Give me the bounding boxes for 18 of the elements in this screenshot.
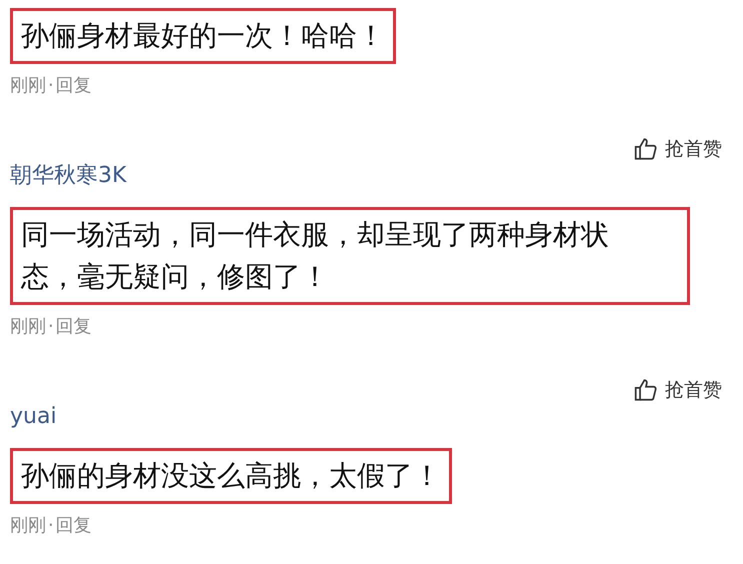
timestamp: 刚刚 — [10, 74, 46, 98]
reply-link[interactable]: 回复 — [56, 72, 92, 99]
thumbs-up-icon — [633, 377, 659, 404]
thumbs-up-icon — [633, 136, 659, 162]
reply-link[interactable]: 回复 — [56, 313, 92, 340]
timestamp: 刚刚 — [10, 315, 46, 339]
like-button[interactable]: 抢首赞 — [633, 135, 722, 164]
like-button[interactable]: 抢首赞 — [633, 376, 722, 404]
username[interactable]: yuai — [10, 400, 57, 433]
username[interactable]: 朝华秋寒3K — [10, 159, 126, 192]
separator-dot: · — [48, 315, 54, 339]
timestamp: 刚刚 — [10, 514, 46, 538]
comment-text: 同一场活动，同一件衣服，却呈现了两种身材状态，毫无疑问，修图了！ — [10, 207, 690, 305]
comment-text: 孙俪身材最好的一次！哈哈！ — [10, 8, 396, 64]
reply-link[interactable]: 回复 — [56, 512, 92, 539]
separator-dot: · — [48, 514, 54, 538]
comment-text: 孙俪的身材没这么高挑，太假了！ — [10, 448, 452, 504]
separator-dot: · — [48, 74, 54, 98]
